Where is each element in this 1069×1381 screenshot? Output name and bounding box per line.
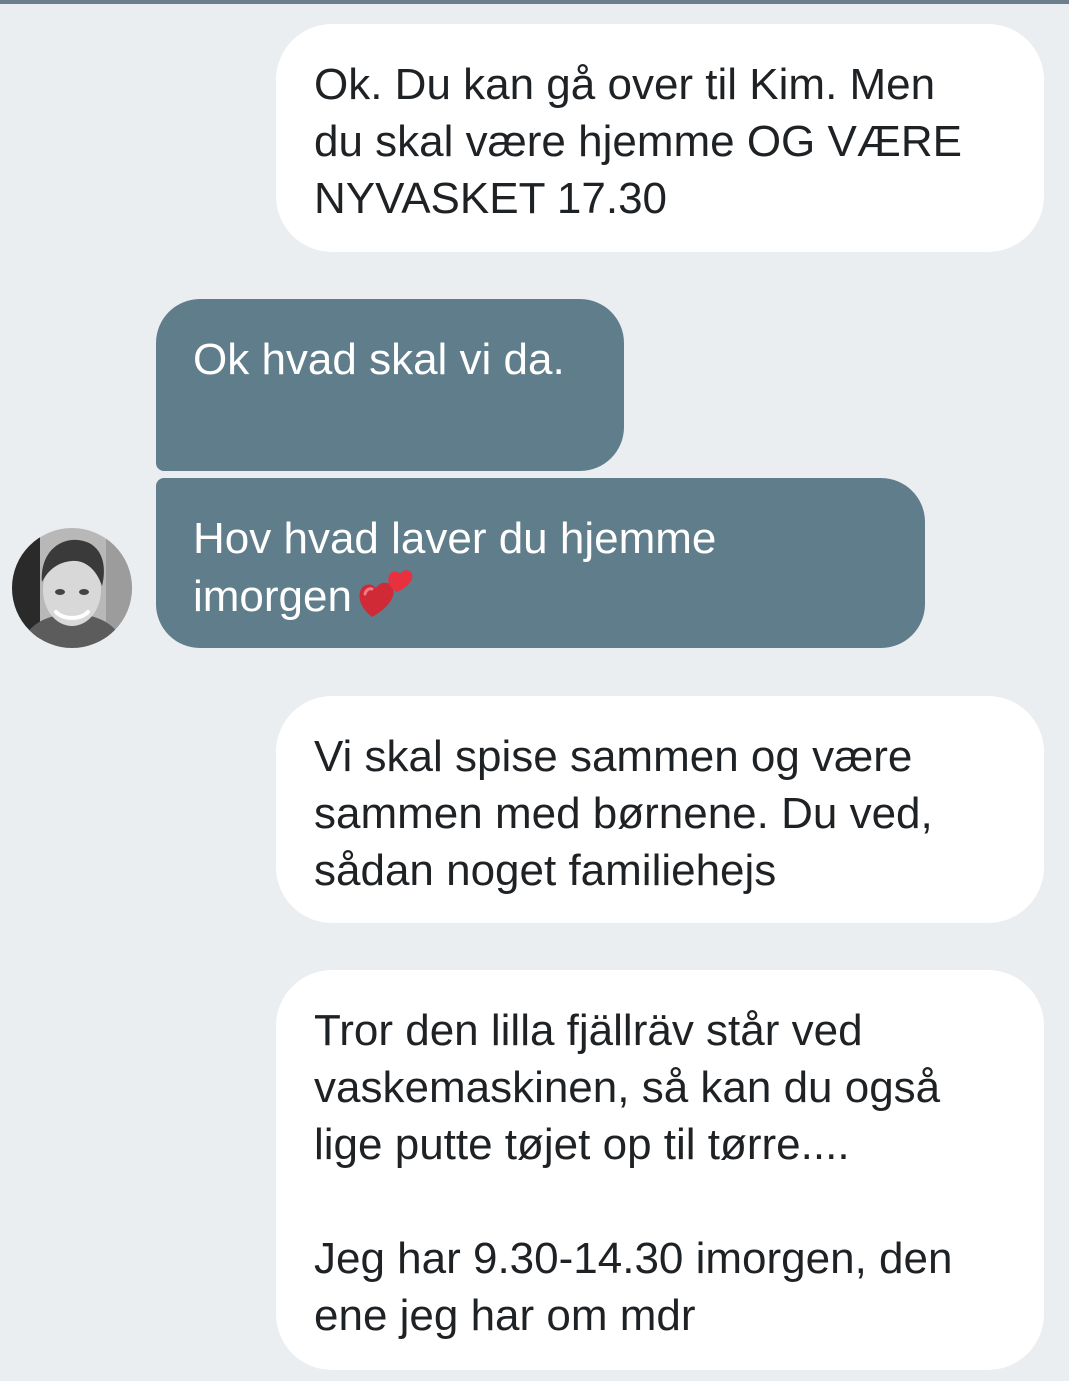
two-hearts-icon [358, 567, 416, 633]
header-divider [0, 0, 1069, 4]
message-text: Ok hvad skal vi da. [193, 335, 565, 384]
message-bubble-outgoing[interactable]: Ok. Du kan gå over til Kim. Men du skal … [276, 24, 1044, 252]
message-bubble-incoming[interactable]: Hov hvad laver du hjemme imorgen [156, 478, 925, 648]
message-bubble-outgoing[interactable]: Tror den lilla fjällräv står ved vaskema… [276, 970, 1044, 1370]
message-bubble-outgoing[interactable]: Vi skal spise sammen og være sammen med … [276, 696, 1044, 923]
message-bubble-incoming[interactable]: Ok hvad skal vi da. [156, 299, 624, 471]
contact-avatar[interactable] [12, 528, 132, 648]
message-text: Tror den lilla fjällräv står ved vaskema… [314, 1006, 953, 1340]
message-text: Hov hvad laver du hjemme imorgen [193, 514, 717, 621]
message-text: Ok. Du kan gå over til Kim. Men du skal … [314, 60, 962, 223]
message-text: Vi skal spise sammen og være sammen med … [314, 732, 933, 895]
